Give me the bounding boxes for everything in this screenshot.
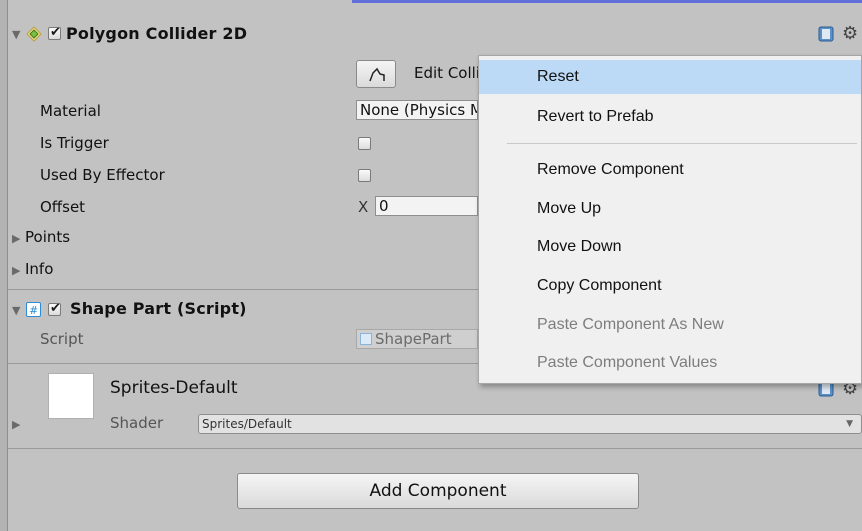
edit-collider-button[interactable] [356, 60, 396, 88]
shader-label: Shader [110, 414, 164, 432]
svg-text:#: # [29, 304, 38, 316]
gear-icon[interactable]: ⚙ [842, 23, 858, 44]
polygon-collider-enabled-checkbox[interactable] [48, 27, 61, 40]
help-icon[interactable] [818, 26, 834, 46]
script-label: Script [40, 330, 84, 348]
polygon-collider-header[interactable]: ▼ Polygon Collider 2D [12, 21, 862, 47]
offset-label: Offset [40, 198, 86, 216]
menu-item-reset[interactable]: Reset [479, 60, 861, 94]
menu-item-paste-component-as-new: Paste Component As New [537, 316, 724, 333]
menu-item-move-down[interactable]: Move Down [479, 230, 861, 264]
script-field: ShapePart [356, 329, 478, 349]
script-value: ShapePart [375, 330, 452, 348]
dropdown-arrow-icon: ▼ [846, 419, 853, 429]
polygon-collider-icon [26, 26, 42, 42]
is-trigger-label: Is Trigger [40, 134, 109, 152]
menu-item-move-up[interactable]: Move Up [479, 192, 861, 226]
points-foldout[interactable]: Points [25, 228, 70, 246]
info-foldout[interactable]: Info [25, 260, 53, 278]
selection-highlight-bar [352, 0, 862, 3]
script-icon: # [26, 302, 41, 317]
shape-part-title: Shape Part (Script) [70, 299, 247, 318]
shape-part-enabled-checkbox[interactable] [48, 303, 61, 316]
material-field[interactable]: None (Physics Material 2D) [356, 100, 478, 120]
add-component-button[interactable]: Add Component [237, 473, 639, 509]
used-by-effector-checkbox[interactable] [358, 169, 371, 182]
footer-separator [8, 448, 862, 449]
menu-item-remove-component[interactable]: Remove Component [479, 153, 861, 187]
material-name: Sprites-Default [110, 378, 238, 398]
points-foldout-arrow-icon[interactable]: ▶ [12, 232, 20, 245]
offset-x-field[interactable]: 0 [375, 196, 478, 216]
polygon-collider-title: Polygon Collider 2D [66, 24, 248, 43]
is-trigger-checkbox[interactable] [358, 137, 371, 150]
shader-value: Sprites/Default [202, 417, 292, 431]
menu-item-copy-component[interactable]: Copy Component [479, 269, 861, 303]
material-foldout-arrow-icon[interactable]: ▶ [12, 418, 20, 431]
script-file-icon [360, 333, 372, 345]
offset-x-label: X [358, 198, 369, 216]
material-preview-thumbnail[interactable] [48, 373, 94, 419]
material-label: Material [40, 102, 101, 120]
context-menu: Reset Revert to Prefab Remove Component … [478, 55, 862, 384]
menu-item-paste-component-values: Paste Component Values [537, 354, 718, 371]
polygon-edit-icon [369, 67, 385, 82]
menu-item-revert-to-prefab[interactable]: Revert to Prefab [479, 100, 861, 134]
info-foldout-arrow-icon[interactable]: ▶ [12, 264, 20, 277]
material-help-icon[interactable] [818, 381, 834, 401]
inspector-left-border [0, 0, 8, 531]
shader-dropdown[interactable]: Sprites/Default ▼ [198, 414, 862, 434]
used-by-effector-label: Used By Effector [40, 166, 165, 184]
foldout-arrow-icon[interactable]: ▼ [12, 28, 26, 41]
edit-collider-label: Edit Collider [414, 64, 478, 82]
menu-separator [507, 143, 857, 144]
shape-part-foldout-arrow-icon[interactable]: ▼ [12, 304, 20, 317]
